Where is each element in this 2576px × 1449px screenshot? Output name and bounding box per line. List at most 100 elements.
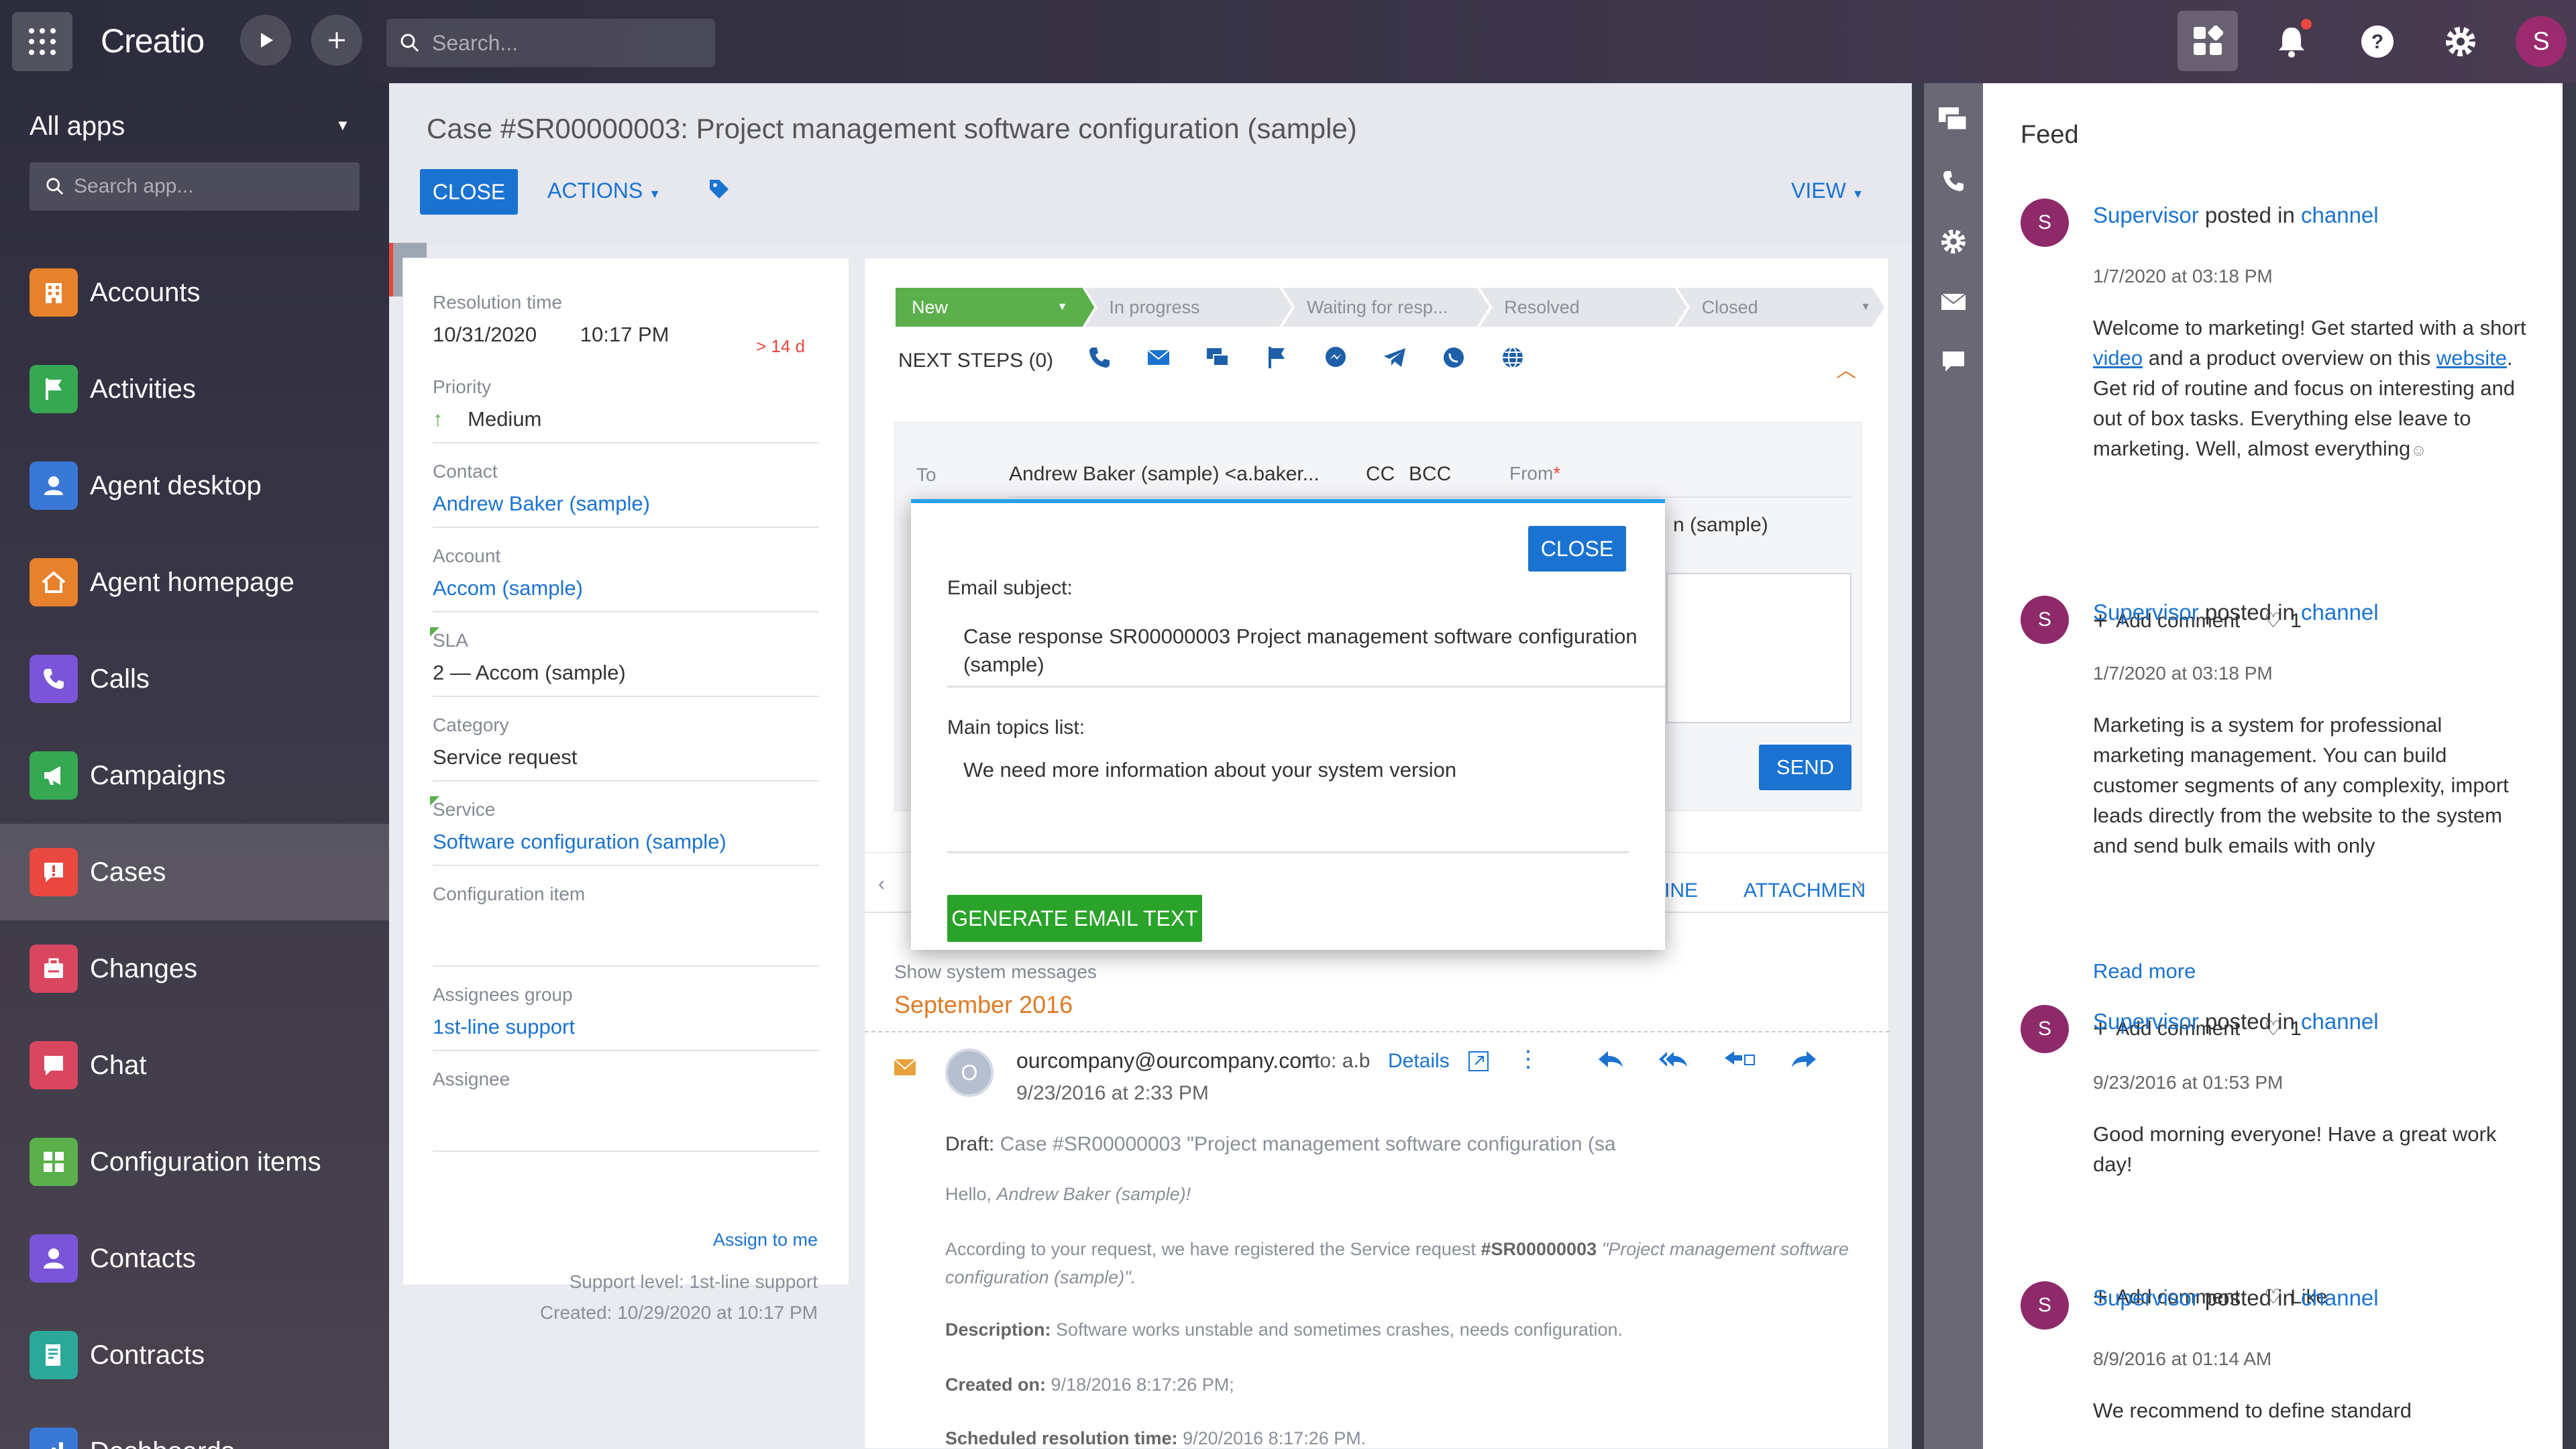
- sidebar-item-dashboards[interactable]: Dashboards: [0, 1403, 389, 1449]
- notifications-button[interactable]: [2265, 15, 2318, 68]
- avatar[interactable]: S: [2021, 596, 2069, 644]
- account-field[interactable]: Account Accom (sample): [433, 545, 819, 612]
- sidebar-item-configuration-items[interactable]: Configuration items: [0, 1114, 389, 1210]
- main-topics-field[interactable]: We need more information about your syst…: [947, 753, 1629, 853]
- website-link[interactable]: website: [2436, 346, 2507, 370]
- sidebar-item-activities[interactable]: Activities: [0, 341, 389, 437]
- draft-subject[interactable]: Draft: Case #SR00000003 "Project managem…: [945, 1133, 1643, 1156]
- sidebar-item-contacts[interactable]: Contacts: [0, 1210, 389, 1307]
- dialog-close-button[interactable]: CLOSE: [1528, 526, 1626, 572]
- service-field[interactable]: Service Software configuration (sample): [430, 796, 819, 866]
- app-search-input[interactable]: [74, 175, 342, 198]
- stage-in-progress[interactable]: In progress: [1085, 288, 1292, 327]
- view-dropdown[interactable]: VIEW ▼: [1791, 178, 1864, 203]
- from-field[interactable]: n (sample): [1673, 514, 1768, 537]
- sidebar-item-contracts[interactable]: Contracts: [0, 1307, 389, 1403]
- resolution-time[interactable]: 10:17 PM: [580, 323, 669, 346]
- channel-link[interactable]: channel: [2301, 600, 2379, 625]
- app-search[interactable]: [30, 162, 360, 211]
- sidebar-item-chat[interactable]: Chat: [0, 1017, 389, 1114]
- generate-email-text-button[interactable]: GENERATE EMAIL TEXT: [947, 895, 1202, 942]
- author-link[interactable]: Supervisor: [2093, 1009, 2199, 1034]
- sla-field[interactable]: SLA 2 — Accom (sample): [430, 627, 819, 697]
- avatar[interactable]: S: [2021, 199, 2069, 247]
- collapse-icon[interactable]: ︿: [1836, 354, 1856, 383]
- actions-dropdown[interactable]: ACTIONS ▼: [547, 178, 661, 203]
- assignee-value[interactable]: [433, 1099, 819, 1152]
- sidebar-item-accounts[interactable]: Accounts: [0, 244, 389, 341]
- author-link[interactable]: Supervisor: [2093, 600, 2199, 625]
- more-vertical-icon[interactable]: ⋮: [1517, 1046, 1540, 1073]
- feed-icon[interactable]: [1936, 103, 1971, 138]
- close-button[interactable]: CLOSE: [420, 169, 518, 215]
- sidebar-item-campaigns[interactable]: Campaigns: [0, 727, 389, 824]
- workplace-button[interactable]: [2178, 11, 2238, 71]
- globe-icon[interactable]: [1499, 344, 1526, 371]
- gear-icon[interactable]: [1936, 224, 1971, 259]
- show-system-messages-link[interactable]: Show system messages: [894, 961, 1097, 983]
- details-link[interactable]: Details: [1388, 1050, 1450, 1073]
- chevron-down-icon[interactable]: ▼: [335, 117, 350, 134]
- assign-to-me-link[interactable]: Assign to me: [713, 1230, 818, 1250]
- sidebar-item-changes[interactable]: Changes: [0, 920, 389, 1017]
- sidebar-item-cases[interactable]: Cases: [0, 824, 389, 920]
- send-button[interactable]: SEND: [1759, 745, 1851, 790]
- settings-button[interactable]: [2434, 15, 2487, 68]
- sidebar-item-agent-homepage[interactable]: Agent homepage: [0, 534, 389, 631]
- chevron-left-icon[interactable]: ‹: [878, 873, 885, 896]
- chevron-right-icon[interactable]: ›: [1856, 873, 1863, 896]
- messenger-icon[interactable]: [1322, 344, 1349, 371]
- cc-button[interactable]: CC: [1366, 463, 1395, 486]
- account-link[interactable]: Accom (sample): [433, 576, 819, 612]
- call-icon[interactable]: [1086, 344, 1113, 371]
- profile-avatar[interactable]: S: [2516, 16, 2567, 67]
- avatar[interactable]: S: [2021, 1281, 2069, 1330]
- video-link[interactable]: video: [2093, 346, 2143, 370]
- telegram-icon[interactable]: [1381, 344, 1408, 371]
- configuration-item-field[interactable]: Configuration item: [433, 883, 819, 967]
- assignees-group-field[interactable]: Assignees group 1st-line support: [433, 984, 819, 1051]
- read-more-link[interactable]: Read more: [2093, 959, 2196, 983]
- avatar[interactable]: S: [2021, 1005, 2069, 1053]
- chat-icon[interactable]: [1204, 344, 1231, 371]
- open-in-new-icon[interactable]: [1467, 1050, 1490, 1076]
- chat-icon[interactable]: [1936, 345, 1971, 380]
- email-icon[interactable]: [1936, 284, 1971, 319]
- email-icon[interactable]: [1145, 344, 1172, 371]
- contact-field[interactable]: Contact Andrew Baker (sample): [433, 461, 819, 528]
- email-subject-field[interactable]: Case response SR00000003 Project managem…: [947, 617, 1665, 688]
- configuration-item-value[interactable]: [433, 914, 819, 967]
- author-link[interactable]: Supervisor: [2093, 1285, 2199, 1310]
- help-button[interactable]: ?: [2351, 15, 2404, 68]
- priority-field[interactable]: Priority ↑ Medium: [433, 376, 819, 443]
- service-link[interactable]: Software configuration (sample): [433, 830, 819, 866]
- author-link[interactable]: Supervisor: [2093, 203, 2199, 227]
- tab-attachments[interactable]: ATTACHMEN: [1743, 879, 1866, 902]
- stage-resolved[interactable]: Resolved: [1480, 288, 1687, 327]
- resolution-date[interactable]: 10/31/2020: [433, 323, 537, 346]
- tag-button[interactable]: [707, 177, 731, 205]
- stage-closed[interactable]: Closed ▼: [1677, 288, 1885, 327]
- channel-link[interactable]: channel: [2301, 203, 2379, 227]
- category-field[interactable]: Category Service request: [433, 714, 819, 782]
- channel-link[interactable]: channel: [2301, 1285, 2379, 1310]
- add-record-button[interactable]: [311, 15, 362, 66]
- to-field[interactable]: Andrew Baker (sample) <a.baker...: [1009, 463, 1358, 486]
- reply-all-icon[interactable]: [1658, 1049, 1690, 1070]
- whatsapp-icon[interactable]: [1440, 344, 1467, 371]
- reply-with-attachment-icon[interactable]: [1722, 1049, 1757, 1070]
- phone-icon[interactable]: [1936, 164, 1971, 199]
- flag-icon[interactable]: [1263, 344, 1290, 371]
- tab-timeline[interactable]: INE: [1664, 879, 1698, 902]
- channel-link[interactable]: channel: [2301, 1009, 2379, 1034]
- assignees-group-link[interactable]: 1st-line support: [433, 1015, 819, 1051]
- sidebar-item-calls[interactable]: Calls: [0, 631, 389, 727]
- bcc-button[interactable]: BCC: [1409, 463, 1451, 486]
- stage-waiting[interactable]: Waiting for resp...: [1282, 288, 1490, 327]
- global-search-input[interactable]: [432, 30, 687, 56]
- forward-icon[interactable]: [1789, 1049, 1819, 1070]
- reply-icon[interactable]: [1596, 1049, 1625, 1070]
- apps-grid-button[interactable]: [12, 12, 72, 71]
- assignee-field[interactable]: Assignee: [433, 1069, 819, 1152]
- email-body-editor[interactable]: [1666, 573, 1851, 723]
